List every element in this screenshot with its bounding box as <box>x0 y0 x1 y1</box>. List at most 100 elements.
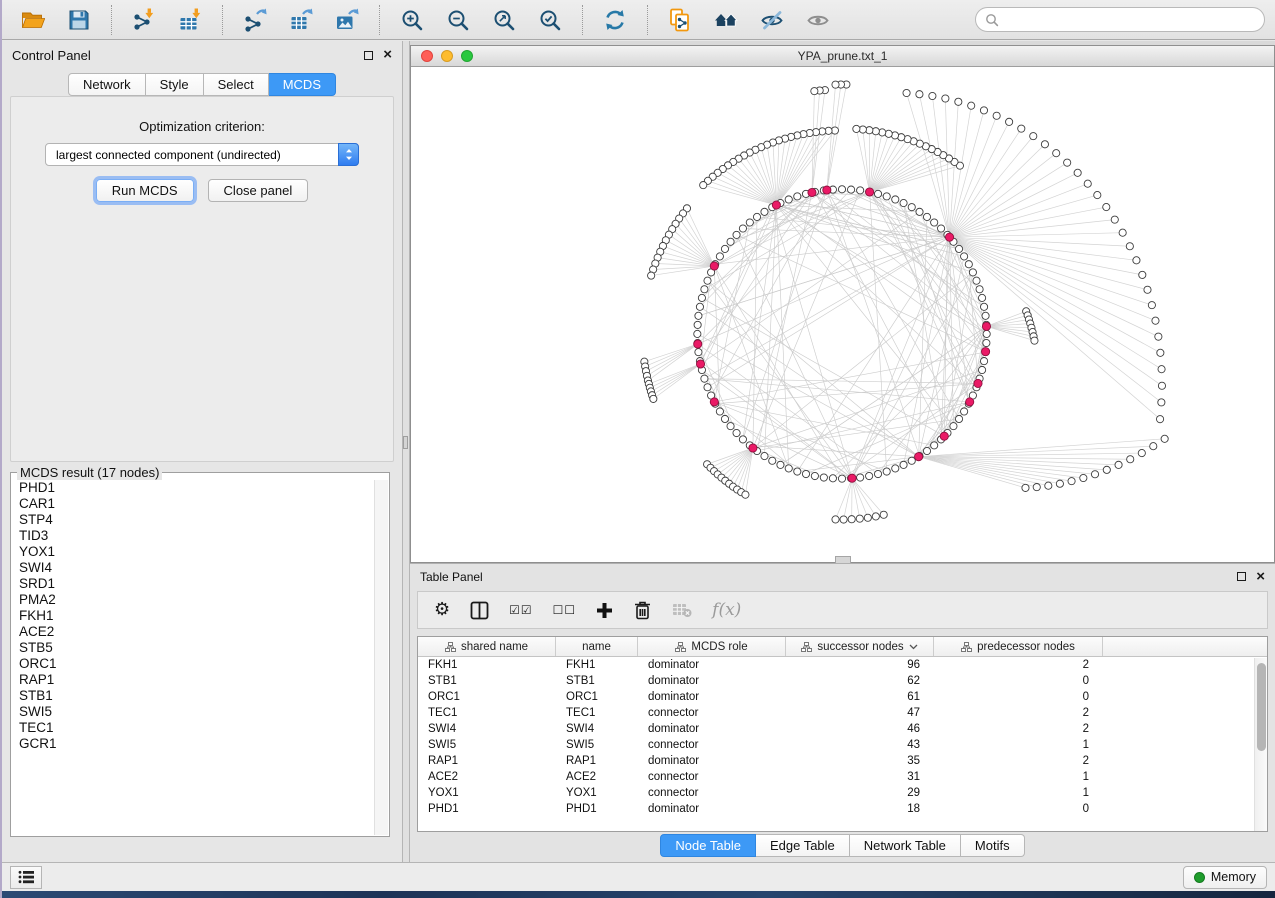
tab-motifs[interactable]: Motifs <box>961 834 1025 857</box>
mcds-result-item[interactable]: CAR1 <box>12 496 373 512</box>
control-panel-title: Control Panel <box>12 48 91 63</box>
mcds-result-item[interactable]: TEC1 <box>12 720 373 736</box>
network-window-titlebar[interactable]: YPA_prune.txt_1 <box>411 46 1274 67</box>
status-menu-button[interactable] <box>10 866 42 889</box>
vertical-splitter[interactable] <box>402 41 410 862</box>
mcds-result-item[interactable]: YOX1 <box>12 544 373 560</box>
select-all-button[interactable]: ☑☑ <box>509 603 533 617</box>
list-menu-icon <box>18 870 35 884</box>
table-row[interactable]: FKH1FKH1dominator962 <box>418 657 1267 673</box>
search-field[interactable] <box>975 7 1265 32</box>
run-mcds-button[interactable]: Run MCDS <box>96 179 194 202</box>
table-row[interactable]: YOX1YOX1connector291 <box>418 785 1267 801</box>
hide-selected-button[interactable] <box>751 4 793 36</box>
tab-style[interactable]: Style <box>146 73 204 96</box>
mcds-result-item[interactable]: ORC1 <box>12 656 373 672</box>
mcds-result-item[interactable]: SWI5 <box>12 704 373 720</box>
first-neighbors-button[interactable] <box>705 4 747 36</box>
criterion-select[interactable]: largest connected component (undirected) <box>45 143 359 166</box>
mcds-result-item[interactable]: GCR1 <box>12 736 373 752</box>
column-header-predecessor-nodes[interactable]: predecessor nodes <box>934 637 1103 656</box>
delete-row-button[interactable] <box>633 600 652 620</box>
cell-predecessor_nodes: 1 <box>934 787 1103 799</box>
import-table-icon <box>178 8 202 32</box>
columns-icon <box>470 601 489 620</box>
table-row[interactable]: PHD1PHD1dominator180 <box>418 801 1267 817</box>
zoom-selected-button[interactable] <box>529 4 571 36</box>
mcds-result-item[interactable]: FKH1 <box>12 608 373 624</box>
network-canvas[interactable] <box>411 67 1274 562</box>
mcds-result-item[interactable]: RAP1 <box>12 672 373 688</box>
table-scrollbar-thumb[interactable] <box>1257 663 1266 751</box>
cell-successor_nodes: 18 <box>786 803 934 815</box>
show-all-button[interactable] <box>797 4 839 36</box>
table-row[interactable]: SWI4SWI4dominator462 <box>418 721 1267 737</box>
mcds-result-item[interactable]: SRD1 <box>12 576 373 592</box>
mcds-result-item[interactable]: STP4 <box>12 512 373 528</box>
mcds-result-item[interactable]: STB1 <box>12 688 373 704</box>
column-header-name[interactable]: name <box>556 637 638 656</box>
show-columns-button[interactable] <box>470 601 489 620</box>
mcds-result-item[interactable]: PHD1 <box>12 480 373 496</box>
mcds-result-item[interactable]: SWI4 <box>12 560 373 576</box>
tab-mcds[interactable]: MCDS <box>269 73 336 96</box>
column-type-icon <box>675 642 686 652</box>
import-network-button[interactable] <box>123 4 165 36</box>
refresh-view-button[interactable] <box>594 4 636 36</box>
table-row[interactable]: ACE2ACE2connector311 <box>418 769 1267 785</box>
close-panel-icon[interactable]: × <box>383 50 392 60</box>
tab-network[interactable]: Network <box>68 73 146 96</box>
delete-table-icon <box>672 602 692 618</box>
tab-network-table[interactable]: Network Table <box>850 834 961 857</box>
table-settings-button[interactable]: ⚙ <box>434 601 450 619</box>
memory-button[interactable]: Memory <box>1183 866 1267 889</box>
close-panel-icon[interactable]: × <box>1256 572 1265 582</box>
maximize-window-button[interactable] <box>461 50 473 62</box>
function-builder-icon: f(x) <box>712 600 741 620</box>
zoom-out-button[interactable] <box>437 4 479 36</box>
toolbar-separator <box>222 5 223 35</box>
table-row[interactable]: TEC1TEC1connector472 <box>418 705 1267 721</box>
save-session-button[interactable] <box>58 4 100 36</box>
column-header-successor-nodes[interactable]: successor nodes <box>786 637 934 656</box>
cell-predecessor_nodes: 2 <box>934 707 1103 719</box>
close-window-button[interactable] <box>421 50 433 62</box>
table-row[interactable]: ORC1ORC1dominator610 <box>418 689 1267 705</box>
tab-edge-table[interactable]: Edge Table <box>756 834 850 857</box>
minimize-window-button[interactable] <box>441 50 453 62</box>
result-scrollbar[interactable] <box>374 480 388 835</box>
mcds-result-item[interactable]: ACE2 <box>12 624 373 640</box>
mcds-result-item[interactable]: STB5 <box>12 640 373 656</box>
cell-name: TEC1 <box>556 707 638 719</box>
float-panel-icon[interactable] <box>364 51 373 60</box>
table-scrollbar[interactable] <box>1254 658 1267 831</box>
toolbar-separator <box>111 5 112 35</box>
close-panel-button[interactable]: Close panel <box>208 179 309 202</box>
splitter-grip[interactable] <box>403 436 408 449</box>
export-network-button[interactable] <box>234 4 276 36</box>
zoom-in-button[interactable] <box>391 4 433 36</box>
cell-successor_nodes: 96 <box>786 659 934 671</box>
export-image-button[interactable] <box>326 4 368 36</box>
tab-select[interactable]: Select <box>204 73 269 96</box>
import-table-button[interactable] <box>169 4 211 36</box>
mcds-result-item[interactable]: TID3 <box>12 528 373 544</box>
cell-shared_name: FKH1 <box>418 659 556 671</box>
deselect-all-button[interactable]: ☐☐ <box>553 603 577 617</box>
add-row-button[interactable] <box>596 602 613 619</box>
float-panel-icon[interactable] <box>1237 572 1246 581</box>
search-input[interactable] <box>1005 13 1255 27</box>
tab-node-table[interactable]: Node Table <box>660 834 756 857</box>
copy-network-button[interactable] <box>659 4 701 36</box>
mcds-result-item[interactable]: PMA2 <box>12 592 373 608</box>
column-header-mcds-role[interactable]: MCDS role <box>638 637 786 656</box>
open-session-button[interactable] <box>12 4 54 36</box>
column-header-shared-name[interactable]: shared name <box>418 637 556 656</box>
zoom-fit-button[interactable] <box>483 4 525 36</box>
cell-predecessor_nodes: 2 <box>934 659 1103 671</box>
table-row[interactable]: RAP1RAP1dominator352 <box>418 753 1267 769</box>
mcds-result-list[interactable]: PHD1CAR1STP4TID3YOX1SWI4SRD1PMA2FKH1ACE2… <box>12 480 373 835</box>
table-row[interactable]: STB1STB1dominator620 <box>418 673 1267 689</box>
table-row[interactable]: SWI5SWI5connector431 <box>418 737 1267 753</box>
export-table-button[interactable] <box>280 4 322 36</box>
